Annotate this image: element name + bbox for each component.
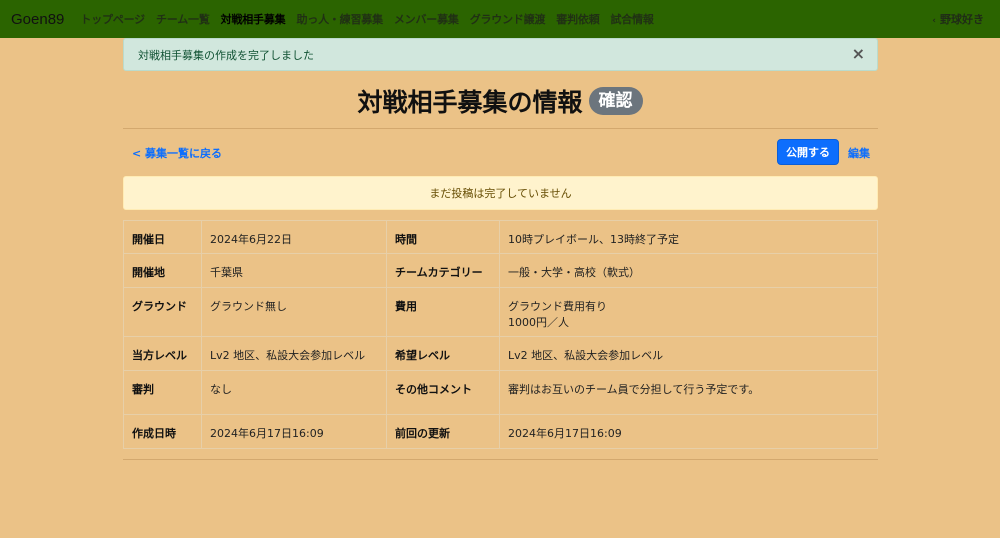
value-time: 10時プレイボール、13時終了予定 — [499, 220, 878, 254]
back-to-list-link[interactable]: < 募集一覧に戻る — [132, 145, 222, 161]
nav-links: トップページ チーム一覧 対戦相手募集 助っ人・練習募集 メンバー募集 グラウン… — [80, 11, 664, 27]
page-header: 対戦相手募集の情報 確認 — [0, 83, 1000, 119]
divider — [123, 128, 878, 129]
nav-link-game-info[interactable]: 試合情報 — [611, 11, 654, 27]
nav-link-opponent-recruit[interactable]: 対戦相手募集 — [221, 11, 286, 27]
value-location: 千葉県 — [201, 253, 387, 288]
label-time: 時間 — [386, 220, 500, 254]
label-own-level: 当方レベル — [123, 336, 202, 371]
label-updated-at: 前回の更新 — [386, 414, 500, 449]
page-title: 対戦相手募集の情報 — [357, 88, 583, 117]
label-cost: 費用 — [386, 287, 500, 337]
nav-link-teams[interactable]: チーム一覧 — [156, 11, 210, 27]
edit-link[interactable]: 編集 — [848, 145, 870, 161]
value-own-level: Lv2 地区、私設大会参加レベル — [201, 336, 387, 371]
value-created-at: 2024年6月17日16:09 — [201, 414, 387, 449]
warning-message: まだ投稿は完了していません — [429, 187, 572, 200]
details-table: 開催日 2024年6月22日 時間 10時プレイボール、13時終了予定 開催地 … — [123, 220, 878, 449]
value-umpire: なし — [201, 370, 387, 415]
value-date: 2024年6月22日 — [201, 220, 387, 254]
status-badge: 確認 — [588, 87, 643, 115]
nav-link-member-recruit[interactable]: メンバー募集 — [394, 11, 459, 27]
cost-line-2: 1000円／人 — [508, 316, 569, 329]
value-desired-level: Lv2 地区、私設大会参加レベル — [499, 336, 878, 371]
back-link-label: 募集一覧に戻る — [145, 147, 223, 160]
table-row: 当方レベル Lv2 地区、私設大会参加レベル 希望レベル Lv2 地区、私設大会… — [123, 336, 878, 371]
user-name: 野球好き — [940, 13, 984, 26]
label-umpire: 審判 — [123, 370, 202, 415]
table-row: 作成日時 2024年6月17日16:09 前回の更新 2024年6月17日16:… — [123, 414, 878, 449]
table-row: 開催日 2024年6月22日 時間 10時プレイボール、13時終了予定 — [123, 220, 878, 254]
nav-link-helper-practice[interactable]: 助っ人・練習募集 — [296, 11, 383, 27]
nav-link-ground-transfer[interactable]: グラウンド譲渡 — [470, 11, 546, 27]
value-ground: グラウンド無し — [201, 287, 387, 337]
value-comment: 審判はお互いのチーム員で分担して行う予定です。 — [499, 370, 878, 415]
value-team-category: 一般・大学・高校（軟式） — [499, 253, 878, 288]
table-row: 審判 なし その他コメント 審判はお互いのチーム員で分担して行う予定です。 — [123, 370, 878, 415]
value-updated-at: 2024年6月17日16:09 — [499, 414, 878, 449]
label-created-at: 作成日時 — [123, 414, 202, 449]
warning-alert: まだ投稿は完了していません — [123, 176, 878, 210]
chevron-left-icon: < — [132, 147, 146, 160]
label-comment: その他コメント — [386, 370, 500, 415]
value-cost: グラウンド費用有り 1000円／人 — [499, 287, 878, 337]
user-menu[interactable]: ‹ 野球好き — [932, 11, 984, 27]
alert-message: 対戦相手募集の作成を完了しました — [138, 48, 314, 62]
cost-line-1: グラウンド費用有り — [508, 300, 607, 313]
brand-logo[interactable]: Goen89 — [11, 11, 64, 28]
table-row: 開催地 千葉県 チームカテゴリー 一般・大学・高校（軟式） — [123, 253, 878, 288]
chevron-left-icon: ‹ — [932, 16, 936, 26]
nav-link-umpire-request[interactable]: 審判依頼 — [556, 11, 599, 27]
label-ground: グラウンド — [123, 287, 202, 337]
success-alert: 対戦相手募集の作成を完了しました × — [123, 38, 878, 71]
label-location: 開催地 — [123, 253, 202, 288]
table-row: グラウンド グラウンド無し 費用 グラウンド費用有り 1000円／人 — [123, 287, 878, 337]
navbar: Goen89 トップページ チーム一覧 対戦相手募集 助っ人・練習募集 メンバー… — [0, 0, 1000, 38]
label-team-category: チームカテゴリー — [386, 253, 500, 288]
nav-link-top[interactable]: トップページ — [80, 11, 145, 27]
divider — [123, 459, 878, 460]
close-icon[interactable]: × — [852, 46, 865, 62]
label-date: 開催日 — [123, 220, 202, 254]
label-desired-level: 希望レベル — [386, 336, 500, 371]
publish-button[interactable]: 公開する — [777, 139, 839, 165]
